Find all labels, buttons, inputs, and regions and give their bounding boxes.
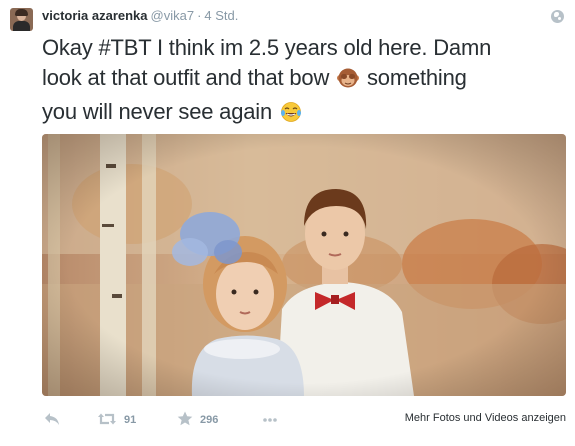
tweet-text-line1: Okay #TBT I think im 2.5 years old here.… <box>42 35 492 60</box>
favorite-count: 296 <box>200 414 219 426</box>
retweet-button[interactable]: 91 <box>97 409 136 431</box>
reply-icon <box>44 412 60 429</box>
favorite-button[interactable]: 296 <box>177 409 218 431</box>
avatar-hair <box>15 9 28 16</box>
avatar-body <box>13 21 30 31</box>
retweet-count: 91 <box>124 414 137 426</box>
globe-icon[interactable] <box>551 10 564 23</box>
tweet-photo[interactable] <box>42 134 566 396</box>
tweet-text-line2a: look at that outfit and that bow <box>42 65 330 90</box>
tweet-text-line2b: something <box>366 65 467 90</box>
author-handle[interactable]: @vika7 <box>151 8 195 23</box>
more-button[interactable] <box>262 409 278 431</box>
avatar[interactable] <box>10 8 33 31</box>
view-more-media-link[interactable]: Mehr Fotos und Videos anzeigen <box>405 412 566 424</box>
retweet-icon <box>97 412 117 429</box>
reply-button[interactable] <box>44 409 60 431</box>
see-no-evil-monkey-icon <box>337 67 360 97</box>
author-name[interactable]: victoria azarenka <box>42 8 148 23</box>
tweet-text: Okay #TBT I think im 2.5 years old here.… <box>42 33 572 131</box>
more-icon <box>262 414 278 426</box>
tweet-text-line3: you will never see again <box>42 99 273 124</box>
separator-dot: · <box>197 8 202 23</box>
tweet-actions: 91 296 Mehr Fotos und Videos anzeigen <box>42 409 572 431</box>
tweet-timestamp[interactable]: 4 Std. <box>204 8 238 23</box>
tweet-header: victoria azarenka @vika7 · 4 Std. <box>42 8 238 24</box>
face-with-tears-of-joy-icon <box>280 101 302 131</box>
star-icon <box>177 411 193 429</box>
